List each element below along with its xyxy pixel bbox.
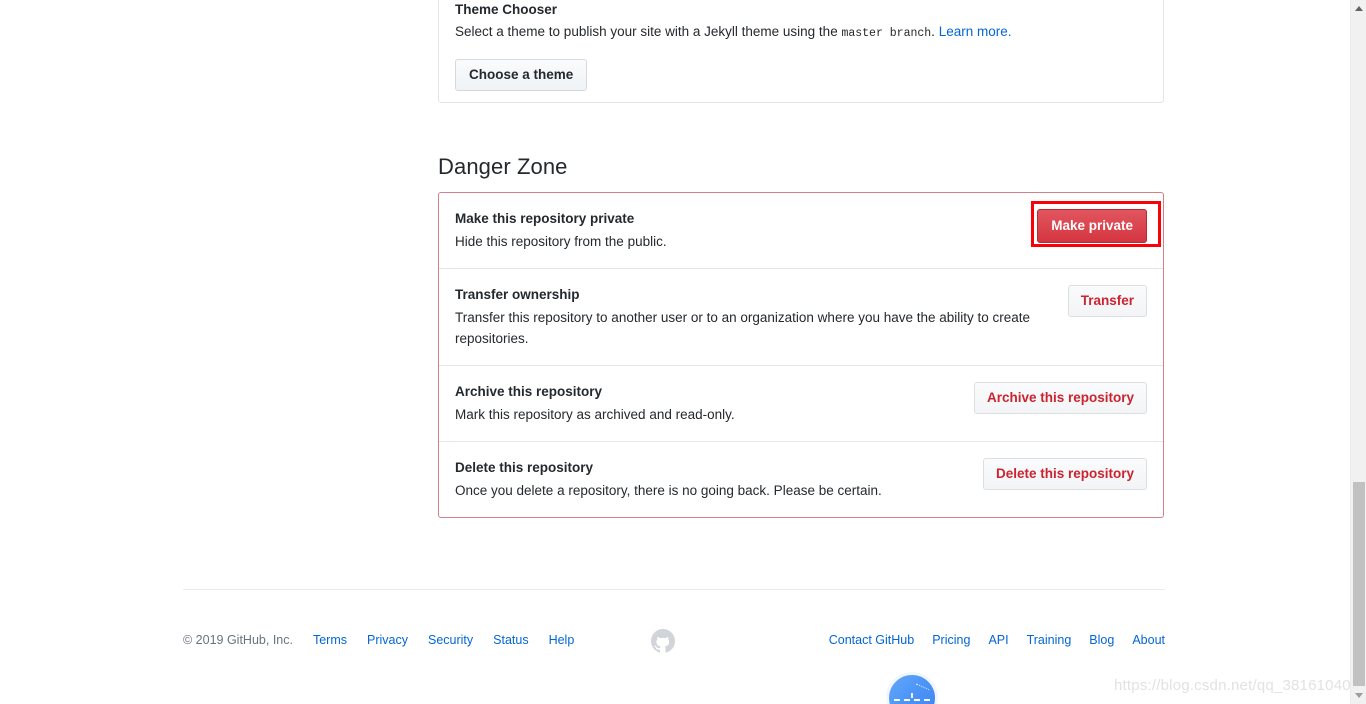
archive-repository-button[interactable]: Archive this repository bbox=[973, 382, 1147, 414]
theme-desc-suffix: . bbox=[931, 24, 939, 39]
row-title: Delete this repository bbox=[455, 460, 594, 475]
page-viewport: Theme Chooser Select a theme to publish … bbox=[0, 0, 1350, 704]
row-action-wrap: Make private bbox=[1037, 209, 1147, 243]
footer-link-contact-github[interactable]: Contact GitHub bbox=[829, 631, 914, 649]
footer-link-help[interactable]: Help bbox=[549, 631, 575, 649]
footer-link-blog[interactable]: Blog bbox=[1089, 631, 1114, 649]
danger-row-delete-repository: Delete this repository Once you delete a… bbox=[439, 441, 1163, 517]
row-title: Archive this repository bbox=[455, 384, 603, 399]
row-title: Transfer ownership bbox=[455, 287, 580, 302]
row-action-wrap: Archive this repository bbox=[973, 382, 1147, 414]
footer-link-privacy[interactable]: Privacy bbox=[367, 631, 408, 649]
page-footer: © 2019 GitHub, Inc. Terms Privacy Securi… bbox=[183, 631, 1165, 651]
row-description: Once you delete a repository, there is n… bbox=[455, 483, 882, 498]
footer-link-security[interactable]: Security bbox=[428, 631, 473, 649]
danger-zone-heading: Danger Zone bbox=[438, 154, 568, 179]
branch-code: master branch bbox=[841, 27, 932, 40]
blue-circle-badge-icon[interactable] bbox=[886, 672, 938, 704]
theme-chooser-description: Select a theme to publish your site with… bbox=[455, 22, 1147, 43]
scrollbar-thumb[interactable] bbox=[1353, 482, 1365, 686]
delete-repository-button[interactable]: Delete this repository bbox=[982, 458, 1147, 490]
footer-divider bbox=[183, 589, 1165, 590]
danger-row-transfer-ownership: Transfer ownership Transfer this reposit… bbox=[439, 268, 1163, 365]
danger-zone-box: Make this repository private Hide this r… bbox=[438, 192, 1164, 518]
footer-right-links: Contact GitHub Pricing API Training Blog… bbox=[811, 631, 1165, 649]
footer-left-links: © 2019 GitHub, Inc. Terms Privacy Securi… bbox=[183, 631, 594, 649]
scroll-up-arrow-icon[interactable] bbox=[1351, 0, 1366, 17]
danger-row-make-private: Make this repository private Hide this r… bbox=[439, 193, 1163, 268]
footer-link-status[interactable]: Status bbox=[493, 631, 528, 649]
row-action-wrap: Transfer bbox=[1067, 285, 1147, 317]
theme-desc-prefix: Select a theme to publish your site with… bbox=[455, 24, 842, 39]
scroll-down-arrow-icon[interactable] bbox=[1351, 687, 1366, 704]
badge-arc-decoration bbox=[912, 683, 930, 698]
footer-link-api[interactable]: API bbox=[988, 631, 1008, 649]
badge-dash-decoration bbox=[894, 699, 930, 701]
badge-tick-decoration bbox=[911, 693, 913, 698]
row-title: Make this repository private bbox=[455, 211, 635, 226]
footer-link-terms[interactable]: Terms bbox=[313, 631, 347, 649]
footer-link-pricing[interactable]: Pricing bbox=[932, 631, 970, 649]
row-description: Mark this repository as archived and rea… bbox=[455, 407, 735, 422]
row-description: Hide this repository from the public. bbox=[455, 234, 667, 249]
choose-a-theme-button[interactable]: Choose a theme bbox=[455, 59, 588, 91]
footer-link-training[interactable]: Training bbox=[1027, 631, 1072, 649]
row-action-wrap: Delete this repository bbox=[982, 458, 1147, 490]
make-private-button[interactable]: Make private bbox=[1037, 209, 1147, 243]
learn-more-link[interactable]: Learn more. bbox=[939, 24, 1012, 39]
theme-chooser-title: Theme Chooser bbox=[455, 2, 558, 17]
danger-row-archive-repository: Archive this repository Mark this reposi… bbox=[439, 365, 1163, 441]
theme-chooser-card: Theme Chooser Select a theme to publish … bbox=[438, 0, 1164, 103]
vertical-scrollbar[interactable] bbox=[1350, 0, 1366, 704]
csdn-watermark: https://blog.csdn.net/qq_38161040 bbox=[1114, 677, 1350, 694]
footer-link-about[interactable]: About bbox=[1132, 631, 1165, 649]
footer-copyright: © 2019 GitHub, Inc. bbox=[183, 633, 293, 647]
transfer-button[interactable]: Transfer bbox=[1067, 285, 1147, 317]
row-description: Transfer this repository to another user… bbox=[455, 310, 1031, 346]
